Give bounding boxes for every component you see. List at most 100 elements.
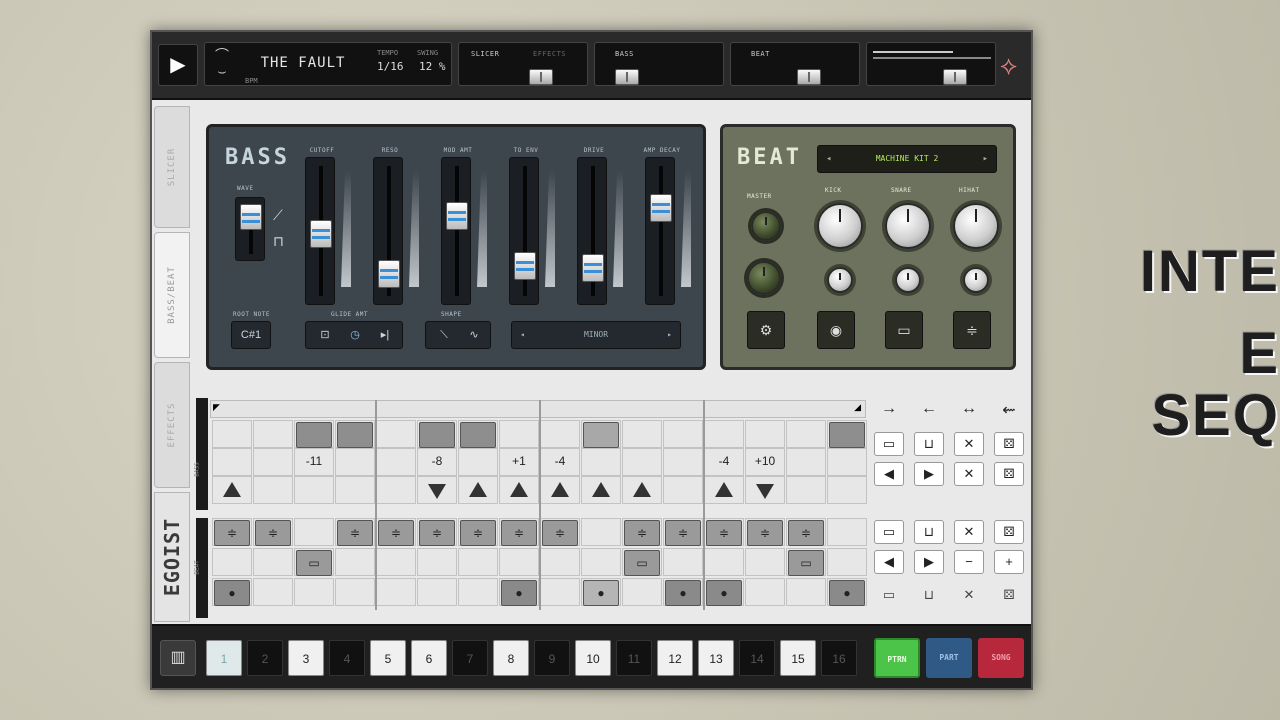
note-offset[interactable]: -4 <box>704 454 744 468</box>
paste-icon[interactable]: ⊔ <box>914 584 944 608</box>
hihat-trigger-button[interactable]: ≑ <box>953 311 991 349</box>
step-button-14[interactable]: 14 <box>739 640 775 676</box>
step-cell[interactable] <box>663 476 703 504</box>
octave-up-icon[interactable] <box>715 482 733 497</box>
snare-trigger-button[interactable]: ▭ <box>885 311 923 349</box>
master-tune-knob[interactable] <box>751 211 781 241</box>
step-cell[interactable] <box>376 420 416 448</box>
octave-up-icon[interactable] <box>551 482 569 497</box>
step-cell[interactable] <box>458 448 498 476</box>
step-cell[interactable] <box>212 448 252 476</box>
snare-pad[interactable]: ▭ <box>788 550 824 576</box>
octave-up-icon[interactable] <box>223 482 241 497</box>
master-volume-fader[interactable] <box>943 69 967 85</box>
step-cell[interactable] <box>827 518 867 546</box>
step-button-3[interactable]: 3 <box>288 640 324 676</box>
play-button[interactable]: ▶ <box>158 44 198 86</box>
glide-off-icon[interactable]: ⊡ <box>312 322 338 348</box>
kit-next-icon[interactable]: ▸ <box>983 146 988 172</box>
kick-pad[interactable]: ● <box>706 580 742 606</box>
keyboard-button[interactable]: ▥ <box>160 640 196 676</box>
note-pad[interactable] <box>829 422 865 448</box>
step-cell[interactable] <box>827 548 867 576</box>
root-note-button[interactable]: C#1 <box>231 321 271 349</box>
hihat-decay-knob[interactable] <box>963 267 989 293</box>
clear-icon[interactable]: ✕ <box>954 432 984 456</box>
fader-cap[interactable] <box>378 260 400 288</box>
fader-cap[interactable] <box>310 220 332 248</box>
step-cell[interactable] <box>335 548 375 576</box>
kick-pad[interactable]: ● <box>829 580 865 606</box>
step-cell[interactable] <box>745 420 785 448</box>
step-cell[interactable] <box>335 476 375 504</box>
kick-pad[interactable]: ● <box>583 580 619 606</box>
note-offset[interactable]: -8 <box>417 454 457 468</box>
note-offset[interactable]: -11 <box>294 454 334 468</box>
step-cell[interactable] <box>376 476 416 504</box>
note-pad[interactable] <box>337 422 373 448</box>
step-button-8[interactable]: 8 <box>493 640 529 676</box>
bass-volume-fader[interactable] <box>615 69 639 85</box>
step-cell[interactable] <box>458 578 498 606</box>
kick-decay-knob[interactable] <box>827 267 853 293</box>
octave-down-icon[interactable] <box>756 484 774 499</box>
play-forward-icon[interactable]: → <box>874 400 904 418</box>
copy-icon[interactable]: ▭ <box>874 584 904 608</box>
note-pad[interactable] <box>296 422 332 448</box>
step-cell[interactable] <box>376 578 416 606</box>
octave-up-icon[interactable] <box>633 482 651 497</box>
pattern-mode-button[interactable]: PTRN <box>874 638 920 678</box>
copy-icon[interactable]: ▭ <box>874 432 904 456</box>
step-cell[interactable] <box>253 548 293 576</box>
note-offset[interactable]: -4 <box>540 454 580 468</box>
step-cell[interactable] <box>704 548 744 576</box>
fader-cap[interactable] <box>446 202 468 230</box>
hihat-pad[interactable]: ≑ <box>255 520 291 546</box>
step-button-6[interactable]: 6 <box>411 640 447 676</box>
glide-skip-icon[interactable]: ▸| <box>372 322 398 348</box>
note-offset[interactable]: +10 <box>745 454 785 468</box>
step-button-12[interactable]: 12 <box>657 640 693 676</box>
play-reverse-icon[interactable]: ← <box>914 400 944 418</box>
step-cell[interactable] <box>786 448 826 476</box>
tab-slicer[interactable]: SLICER <box>154 106 190 228</box>
app-logo-icon[interactable]: ⟡ <box>1000 50 1017 82</box>
step-cell[interactable] <box>417 578 457 606</box>
hihat-pad[interactable]: ≑ <box>378 520 414 546</box>
step-cell[interactable] <box>827 476 867 504</box>
wave-selector[interactable] <box>235 197 265 261</box>
bass-fader[interactable] <box>645 157 675 305</box>
shift-left-icon[interactable]: ◀ <box>874 550 904 574</box>
pattern-ruler[interactable]: ◤ ◢ <box>210 400 866 418</box>
hihat-pad[interactable]: ≑ <box>337 520 373 546</box>
step-button-1[interactable]: 1 <box>206 640 242 676</box>
hihat-pad[interactable]: ≑ <box>214 520 250 546</box>
kick-pad[interactable]: ● <box>665 580 701 606</box>
randomize-icon[interactable]: ⚄ <box>994 432 1024 456</box>
beat-volume-fader[interactable] <box>797 69 821 85</box>
octave-up-icon[interactable] <box>510 482 528 497</box>
scale-prev-icon[interactable]: ◂ <box>520 322 525 348</box>
hihat-pad[interactable]: ≑ <box>460 520 496 546</box>
kick-pad[interactable]: ● <box>501 580 537 606</box>
step-cell[interactable] <box>458 548 498 576</box>
step-button-4[interactable]: 4 <box>329 640 365 676</box>
hihat-pad[interactable]: ≑ <box>624 520 660 546</box>
snare-knob[interactable] <box>885 203 931 249</box>
tab-bass-beat[interactable]: BASS/BEAT <box>154 232 190 358</box>
step-button-11[interactable]: 11 <box>616 640 652 676</box>
glide-clock-icon[interactable]: ◷ <box>342 322 368 348</box>
bass-fader[interactable] <box>509 157 539 305</box>
fader-cap[interactable] <box>650 194 672 222</box>
step-cell[interactable] <box>622 578 662 606</box>
step-cell[interactable] <box>335 578 375 606</box>
bass-fader[interactable] <box>441 157 471 305</box>
random-dir-icon[interactable]: ⇜ <box>994 400 1024 420</box>
tab-effects[interactable]: EFFECTS <box>154 362 190 488</box>
step-cell[interactable] <box>253 578 293 606</box>
step-cell[interactable] <box>335 448 375 476</box>
hihat-pad[interactable]: ≑ <box>542 520 578 546</box>
step-cell[interactable] <box>212 548 252 576</box>
bass-fader[interactable] <box>577 157 607 305</box>
shift-left-icon[interactable]: ◀ <box>874 462 904 486</box>
